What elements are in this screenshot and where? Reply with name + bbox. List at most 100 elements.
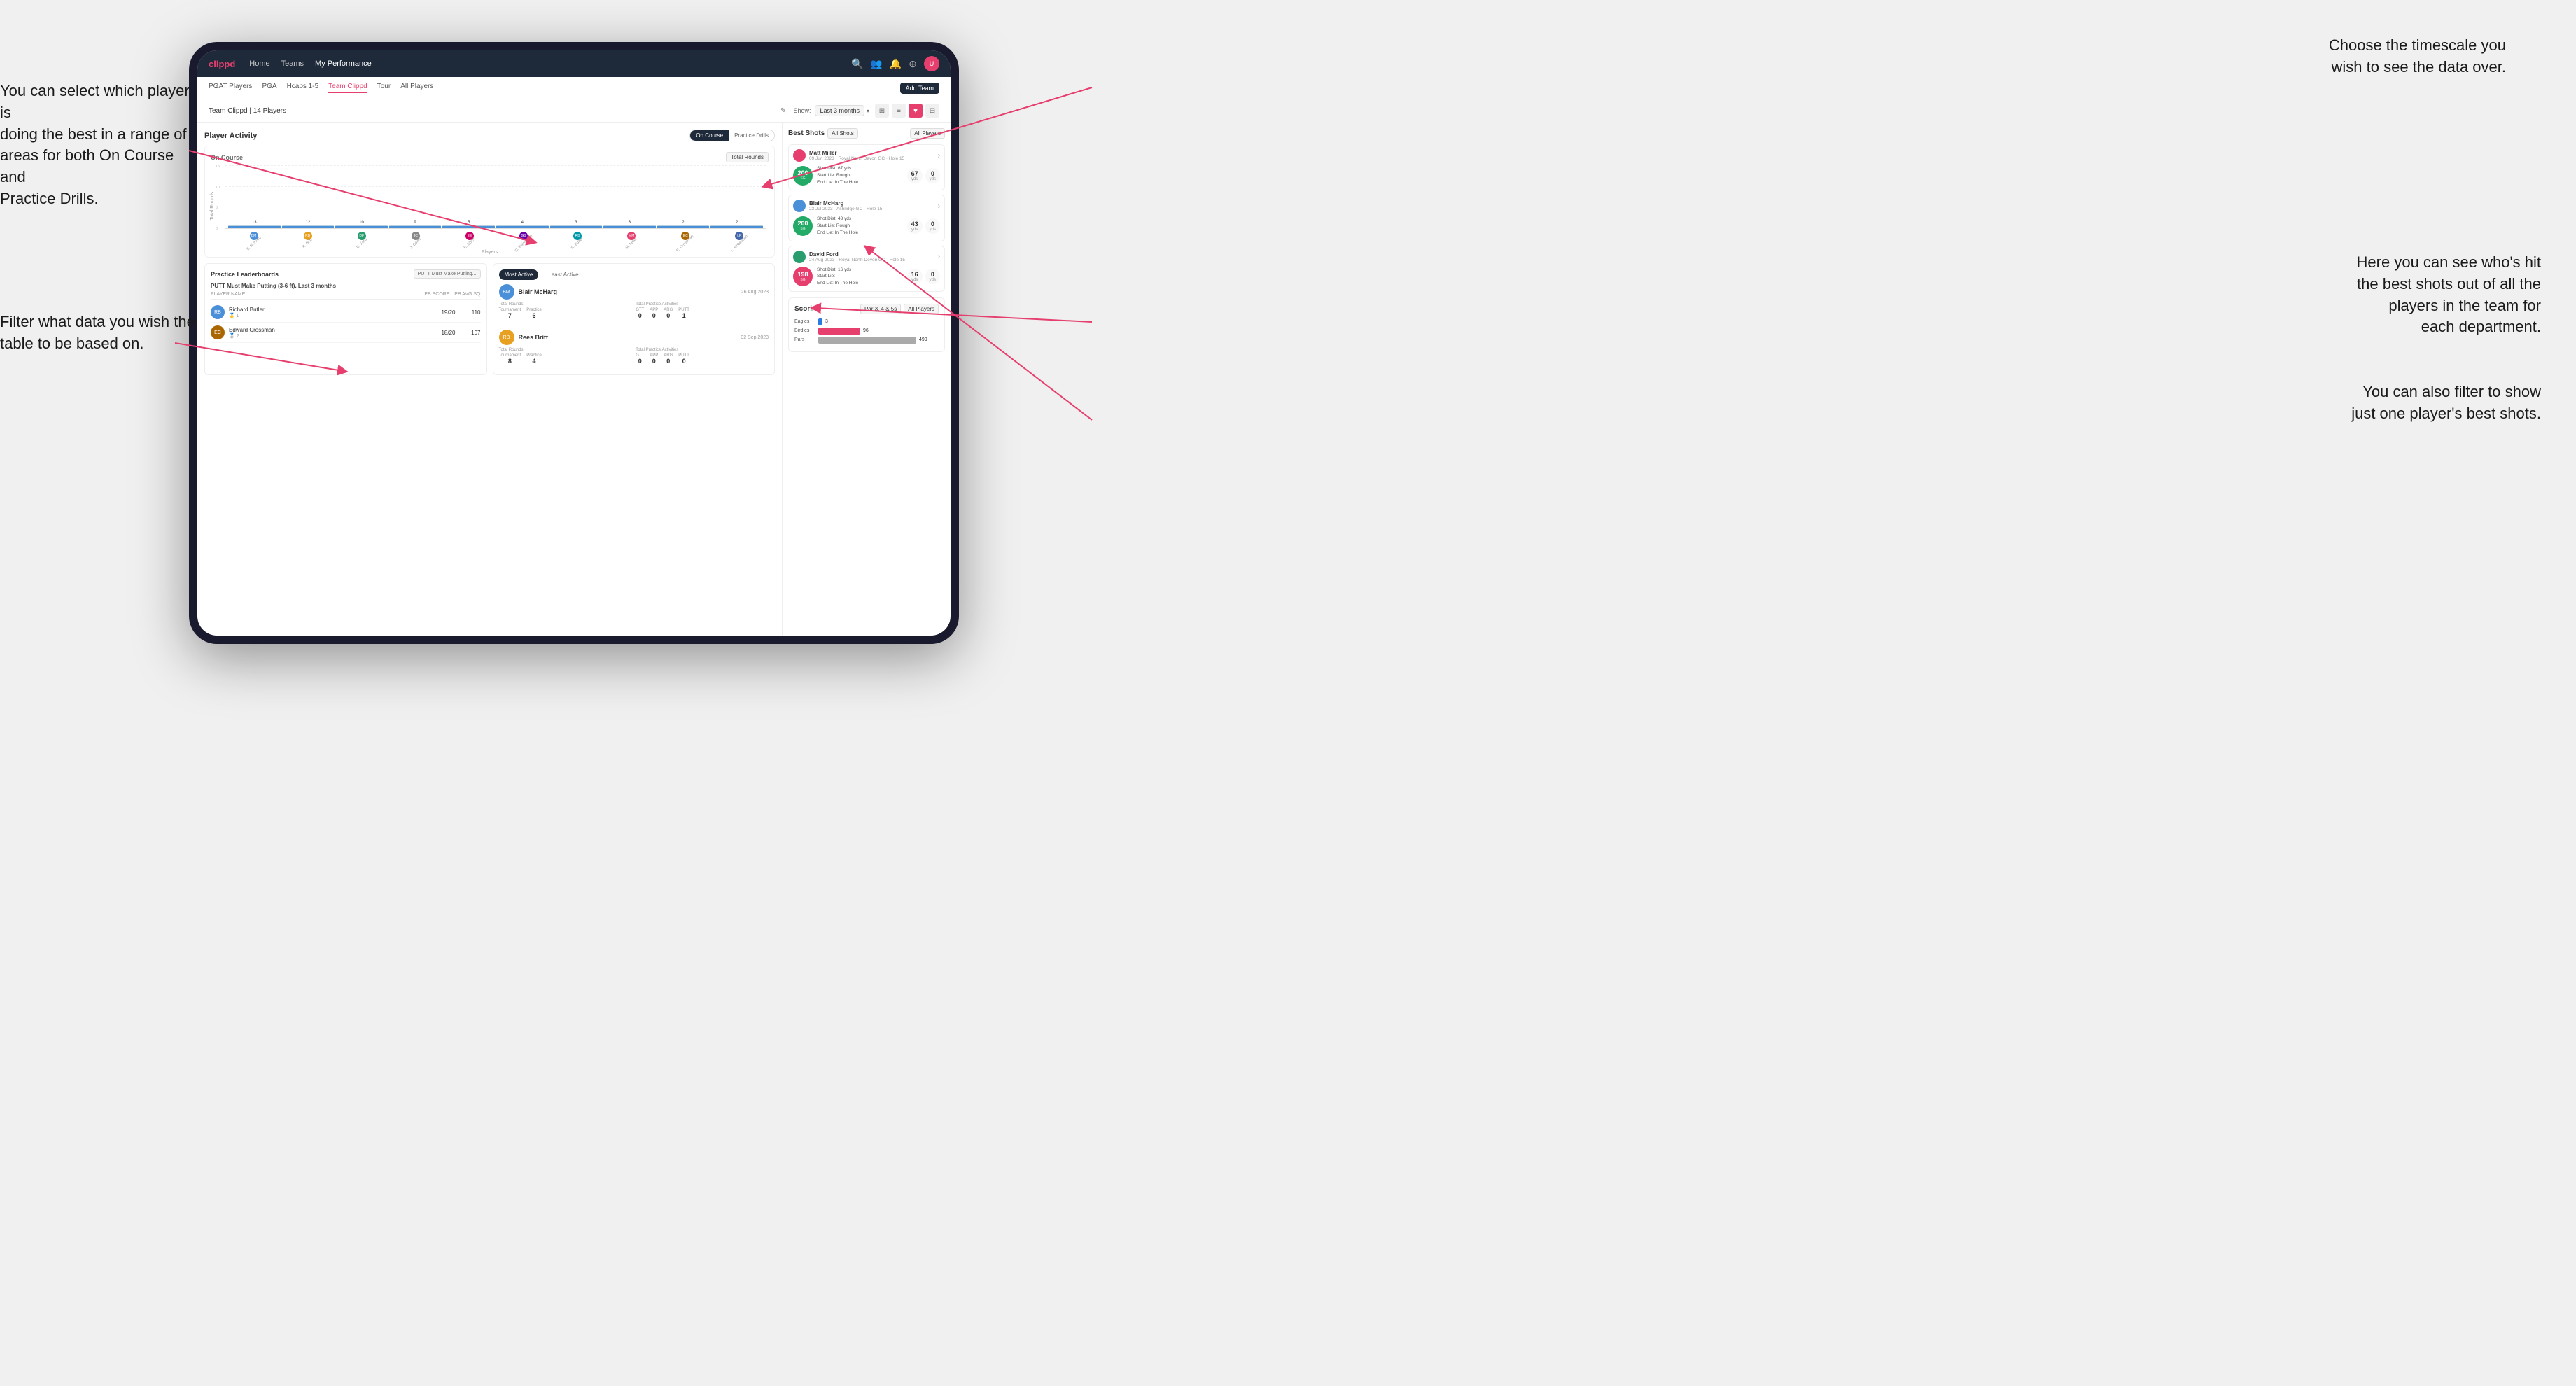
shot-player-details-2: 24 Aug 2023 · Royal North Devon GC · Hol… xyxy=(809,258,934,262)
shot-dist-num-0a: 67 xyxy=(911,170,918,177)
scoring-count-birdies: 96 xyxy=(863,328,869,333)
y-axis-label: Total Rounds xyxy=(210,191,215,220)
bar-col-4: 5 xyxy=(442,220,495,228)
bar-label-7: 3 xyxy=(629,220,631,225)
active-player-date-0: 26 Aug 2023 xyxy=(741,290,769,295)
shot-card-0[interactable]: Matt Miller 09 Jun 2023 · Royal North De… xyxy=(788,144,945,190)
most-active-tab[interactable]: Most Active xyxy=(499,270,539,280)
sub-nav-pga[interactable]: PGA xyxy=(262,83,276,93)
shot-badge-num-1: 200 xyxy=(797,220,808,227)
scoring-label-eagles: Eagles xyxy=(794,319,816,324)
sub-nav-pgat[interactable]: PGAT Players xyxy=(209,83,252,93)
bar-highlight-5 xyxy=(496,226,549,228)
rounds-group-0: Total Rounds Tournament 7 Practice xyxy=(499,302,632,319)
leaderboard-row-0[interactable]: RB Richard Butler 🥇 1 19/20 110 xyxy=(211,302,481,323)
leaderboard-avatar-0: RB xyxy=(211,305,225,319)
search-icon[interactable]: 🔍 xyxy=(851,58,863,70)
team-name: Team Clippd | 14 Players xyxy=(209,107,780,115)
x-label-3: JC J. Coles xyxy=(389,232,442,246)
scoring-label-pars: Pars xyxy=(794,337,816,342)
practice-panel-header: Practice Leaderboards PUTT Must Make Put… xyxy=(211,270,481,279)
bar-label-9: 2 xyxy=(736,220,738,225)
bar-highlight-9 xyxy=(710,226,763,228)
shot-player-details-1: 23 Jul 2023 · Ashridge GC · Hole 15 xyxy=(809,206,934,211)
activities-row-0: GTT 0 APP 0 ARG xyxy=(636,308,769,319)
list-view-icon[interactable]: ≡ xyxy=(892,104,906,118)
activities-group-0: Total Practice Activities GTT 0 APP xyxy=(636,302,769,319)
col-pb-label: PB SCORE xyxy=(422,292,450,297)
show-select[interactable]: Last 3 months xyxy=(815,105,864,116)
shot-card-1[interactable]: Blair McHarg 23 Jul 2023 · Ashridge GC ·… xyxy=(788,195,945,241)
sub-nav-team[interactable]: Team Clippd xyxy=(328,83,368,93)
leaderboard-avatar-1: EC xyxy=(211,326,225,340)
sub-nav-tour[interactable]: Tour xyxy=(377,83,391,93)
shot-dist-sub-2b: yds xyxy=(930,278,936,282)
user-avatar[interactable]: U xyxy=(924,56,939,71)
on-course-toggle[interactable]: On Course xyxy=(690,130,729,141)
leaderboard-row-1[interactable]: EC Edward Crossman 🥈 2 18/20 107 xyxy=(211,323,481,343)
shot-player-name-0: Matt Miller xyxy=(809,150,934,156)
shot-dist-sub-1a: yds xyxy=(911,227,918,232)
grid-15: 15 xyxy=(216,164,220,169)
add-team-button[interactable]: Add Team xyxy=(900,83,939,94)
arg-stat-1: ARG 0 xyxy=(664,354,673,365)
x-label-0: BM B. McHarg xyxy=(227,232,280,246)
least-active-tab[interactable]: Least Active xyxy=(542,270,584,280)
annotation-timescale: Choose the timescale youwish to see the … xyxy=(2329,35,2506,78)
player-name-1: Edward Crossman xyxy=(229,327,430,333)
bar-label-0: 13 xyxy=(252,220,257,225)
stats-grid-1: Total Rounds Tournament 8 Practice xyxy=(499,348,769,365)
shot-card-2[interactable]: David Ford 24 Aug 2023 · Royal North Dev… xyxy=(788,246,945,292)
practice-toggle[interactable]: Practice Drills xyxy=(729,130,774,141)
shot-stats-row-2: 198 SG Shot Dist: 16 yds Start Lie: End … xyxy=(793,267,940,287)
edit-icon[interactable]: ✎ xyxy=(780,107,786,115)
plus-icon[interactable]: ⊕ xyxy=(909,58,917,70)
sub-nav-hcaps[interactable]: Hcaps 1-5 xyxy=(287,83,319,93)
shot-dist-text-0: Shot Dist: 67 yds Start Lie: Rough End L… xyxy=(817,165,903,186)
shot-dist-item-2a: 16 yds xyxy=(907,269,923,284)
nav-home[interactable]: Home xyxy=(249,59,270,68)
all-players-filter[interactable]: All Players xyxy=(910,128,945,139)
people-icon[interactable]: 👥 xyxy=(870,58,882,70)
shot-chevron-2[interactable]: › xyxy=(938,253,940,260)
shot-player-info-0: Matt Miller 09 Jun 2023 · Royal North De… xyxy=(809,150,934,161)
all-shots-filter[interactable]: All Shots xyxy=(827,128,858,139)
nav-teams[interactable]: Teams xyxy=(281,59,304,68)
bar-9 xyxy=(710,225,763,228)
shot-player-details-0: 09 Jun 2023 · Royal North Devon GC · Hol… xyxy=(809,156,934,161)
x-label-2: DF D. Ford xyxy=(335,232,388,246)
x-label-7: MM M. Miller xyxy=(606,232,658,246)
shot-avatar-2 xyxy=(793,251,806,263)
player-info-0: Richard Butler 🥇 1 xyxy=(229,307,430,318)
nav-performance[interactable]: My Performance xyxy=(315,59,372,68)
scoring-bar-eagles: Eagles 3 xyxy=(794,318,939,326)
chart-filter[interactable]: Total Rounds xyxy=(726,152,769,162)
nav-links: Home Teams My Performance xyxy=(249,59,851,68)
shot-chevron-0[interactable]: › xyxy=(938,152,940,160)
scoring-filter2[interactable]: All Players xyxy=(904,304,939,314)
sub-nav-all[interactable]: All Players xyxy=(400,83,433,93)
practice-filter[interactable]: PUTT Must Make Putting... xyxy=(414,270,481,279)
player-activity-header: Player Activity On Course Practice Drill… xyxy=(204,130,775,141)
scoring-filter1[interactable]: Par 3, 4 & 5s xyxy=(860,304,901,314)
bars-container: 13 12 xyxy=(225,165,766,228)
bar-7 xyxy=(603,225,656,228)
shot-dist-num-0b: 0 xyxy=(930,170,936,177)
active-player-card-0: BM Blair McHarg 26 Aug 2023 Total Rounds xyxy=(499,284,769,326)
grid-view-icon[interactable]: ⊞ xyxy=(875,104,889,118)
shot-badge-0: 200 SG xyxy=(793,166,813,186)
shot-badge-label-2: SG xyxy=(800,278,805,282)
bell-icon[interactable]: 🔔 xyxy=(890,58,902,70)
x-label-9: LR L. Robertson xyxy=(713,232,766,246)
shot-chevron-1[interactable]: › xyxy=(938,202,940,210)
bar-label-5: 4 xyxy=(522,220,524,225)
card-view-icon[interactable]: ♥ xyxy=(909,104,923,118)
col-avg-label: PB AVG SQ xyxy=(453,292,481,297)
active-player-card-1: RB Rees Britt 02 Sep 2023 Total Rounds T… xyxy=(499,330,769,365)
tournament-stat-1: Tournament 8 xyxy=(499,354,522,365)
score-val-1: 18/20 xyxy=(435,330,456,336)
best-shots-header: Best Shots All Shots All Players xyxy=(788,128,945,139)
show-chevron[interactable]: ▾ xyxy=(867,108,869,114)
table-view-icon[interactable]: ⊟ xyxy=(925,104,939,118)
bar-8 xyxy=(657,225,710,228)
